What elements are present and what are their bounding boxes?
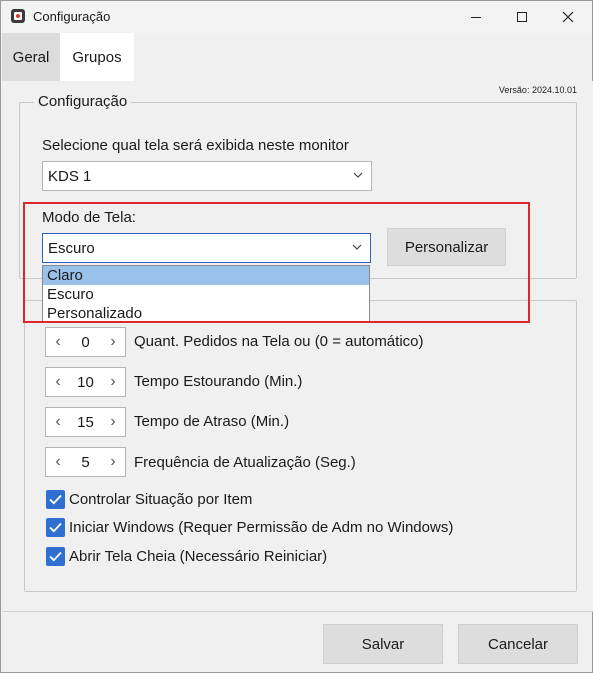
stepper-value: 10 — [77, 373, 94, 391]
minimize-icon — [471, 16, 481, 18]
checkbox-checked[interactable] — [46, 547, 65, 566]
cancel-button[interactable]: Cancelar — [458, 624, 578, 664]
customize-button[interactable]: Personalizar — [387, 228, 506, 266]
checkbox-label: Abrir Tela Cheia (Necessário Reiniciar) — [69, 548, 328, 565]
close-button[interactable] — [545, 1, 591, 33]
stepper-label: Tempo de Atraso (Min.) — [134, 413, 290, 430]
stepper-label: Quant. Pedidos na Tela ou (0 = automátic… — [134, 333, 424, 350]
checkmark-icon — [49, 522, 62, 533]
decrement-icon[interactable]: ‹ — [52, 333, 64, 351]
mode-dropdown-list[interactable]: Claro Escuro Personalizado — [42, 265, 370, 323]
dropdown-option[interactable]: Escuro — [43, 285, 369, 304]
mode-select[interactable]: Escuro — [42, 233, 371, 263]
increment-icon[interactable]: › — [107, 333, 119, 351]
chevron-down-icon — [352, 244, 362, 250]
orders-quantity-stepper[interactable]: ‹ 0 › — [45, 327, 126, 357]
close-icon — [562, 11, 574, 23]
app-icon — [11, 9, 25, 23]
increment-icon[interactable]: › — [107, 453, 119, 471]
checkbox-checked[interactable] — [46, 490, 65, 509]
maximize-button[interactable] — [499, 1, 545, 33]
decrement-icon[interactable]: ‹ — [52, 373, 64, 391]
dropdown-option[interactable]: Claro — [43, 266, 369, 285]
checkmark-icon — [49, 551, 62, 562]
control-by-item-checkbox[interactable]: Controlar Situação por Item — [46, 490, 252, 509]
refresh-frequency-stepper[interactable]: ‹ 5 › — [45, 447, 126, 477]
stepper-value: 5 — [81, 453, 90, 471]
delay-time-stepper[interactable]: ‹ 15 › — [45, 407, 126, 437]
title-bar: Configuração — [1, 1, 592, 33]
dropdown-option[interactable]: Personalizado — [43, 304, 369, 323]
stepper-value: 0 — [81, 333, 90, 351]
save-button[interactable]: Salvar — [323, 624, 443, 664]
config-groupbox-title: Configuração — [34, 93, 132, 110]
monitor-select[interactable]: KDS 1 — [42, 161, 372, 191]
tab-geral[interactable]: Geral — [2, 33, 60, 81]
mode-select-value: Escuro — [48, 239, 95, 257]
checkbox-checked[interactable] — [46, 518, 65, 537]
tab-grupos[interactable]: Grupos — [60, 33, 134, 81]
maximize-icon — [517, 12, 527, 22]
stepper-value: 15 — [77, 413, 94, 431]
start-with-windows-checkbox[interactable]: Iniciar Windows (Requer Permissão de Adm… — [46, 518, 453, 537]
tab-content: Versão: 2024.10.01 Configuração Selecion… — [2, 81, 593, 611]
monitor-select-value: KDS 1 — [48, 167, 92, 185]
mode-label: Modo de Tela: — [42, 209, 136, 226]
fullscreen-checkbox[interactable]: Abrir Tela Cheia (Necessário Reiniciar) — [46, 547, 327, 566]
footer-divider — [2, 611, 593, 612]
monitor-label: Selecione qual tela será exibida neste m… — [42, 137, 349, 154]
chevron-down-icon — [353, 172, 363, 178]
increment-icon[interactable]: › — [107, 413, 119, 431]
version-label: Versão: 2024.10.01 — [498, 85, 577, 95]
increment-icon[interactable]: › — [107, 373, 119, 391]
tab-strip: Geral Grupos — [1, 33, 592, 81]
stepper-label: Frequência de Atualização (Seg.) — [134, 454, 356, 471]
checkbox-label: Controlar Situação por Item — [69, 491, 253, 508]
checkbox-label: Iniciar Windows (Requer Permissão de Adm… — [69, 519, 454, 536]
decrement-icon[interactable]: ‹ — [52, 453, 64, 471]
checkmark-icon — [49, 494, 62, 505]
settings-window: Configuração Geral Grupos Versão: 2024.1… — [0, 0, 593, 673]
stepper-label: Tempo Estourando (Min.) — [134, 373, 303, 390]
minimize-button[interactable] — [453, 1, 499, 33]
window-title: Configuração — [33, 9, 111, 24]
decrement-icon[interactable]: ‹ — [52, 413, 64, 431]
overdue-time-stepper[interactable]: ‹ 10 › — [45, 367, 126, 397]
